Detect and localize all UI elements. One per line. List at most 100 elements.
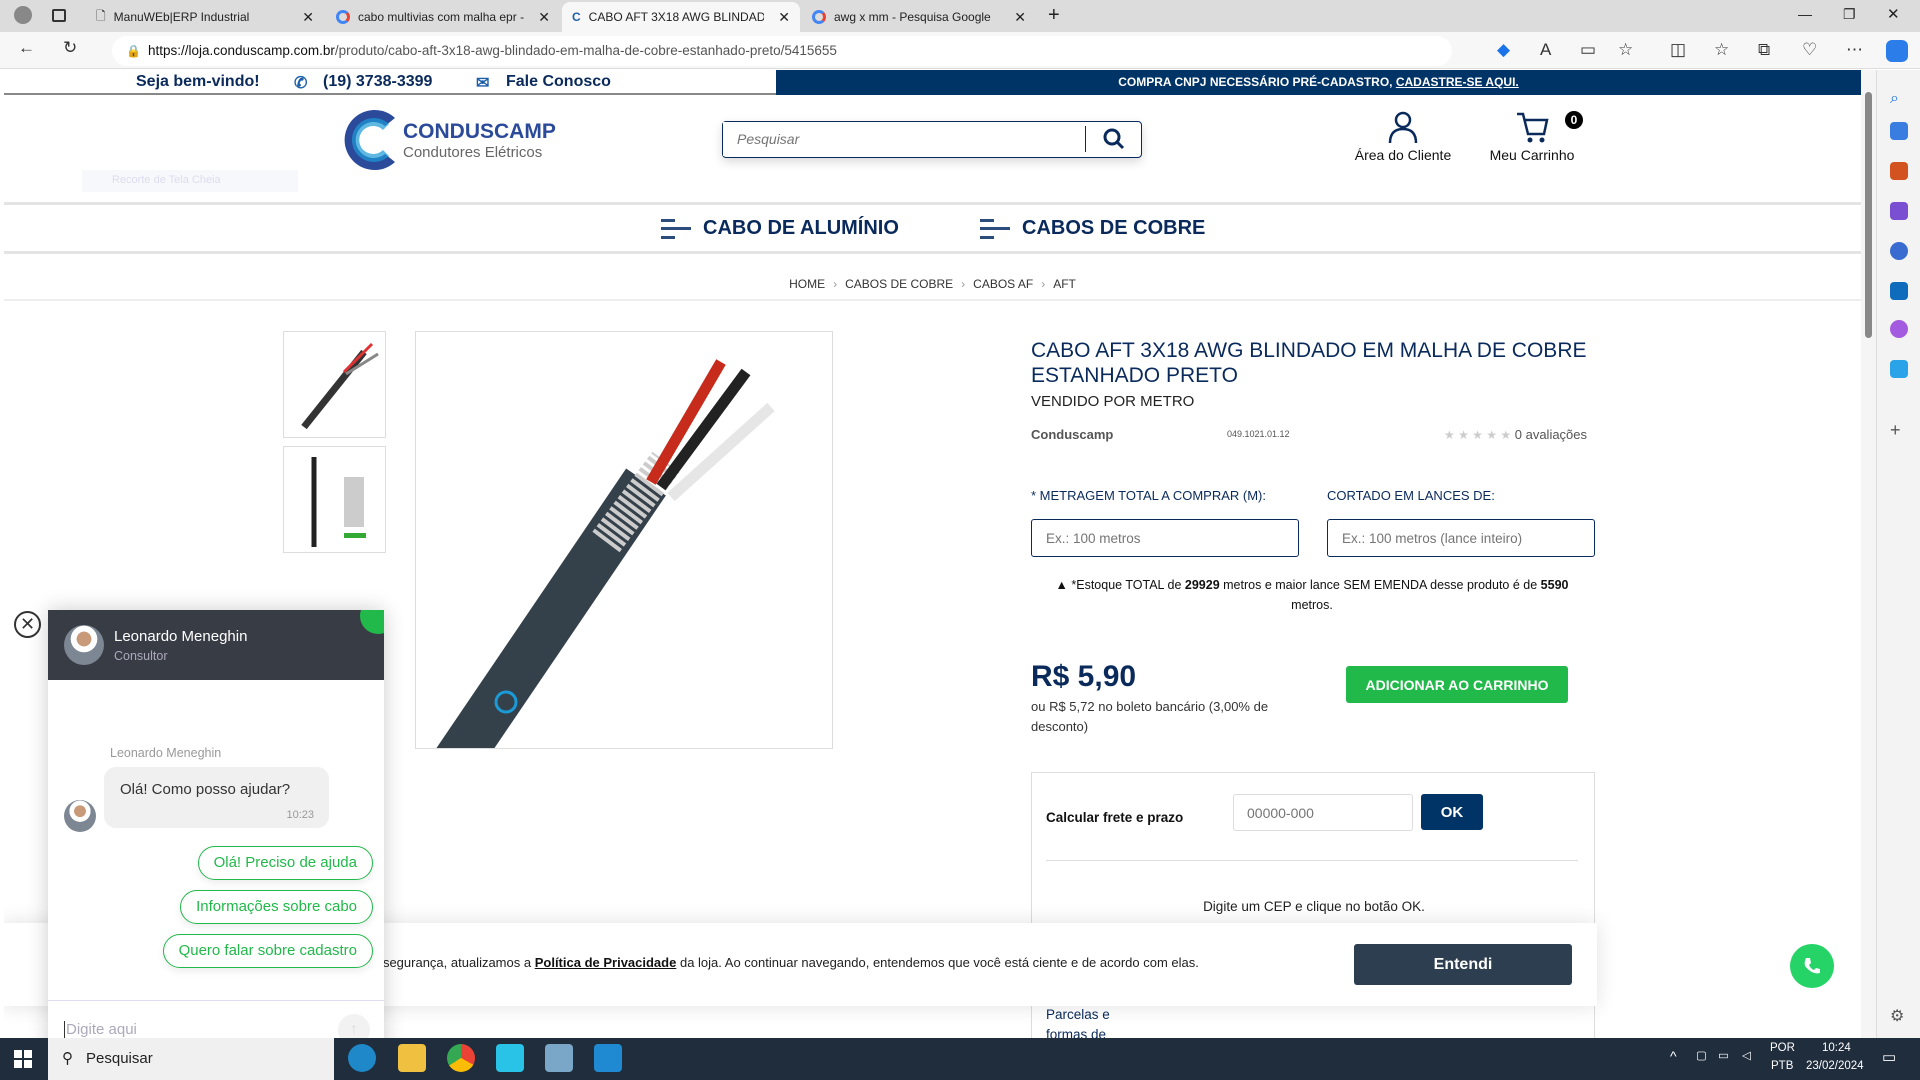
explorer-app-icon[interactable]: [398, 1044, 426, 1072]
more-icon[interactable]: ⋯: [1846, 40, 1863, 60]
profile-icon[interactable]: [14, 6, 32, 24]
breadcrumb-cabos-cobre[interactable]: CABOS DE COBRE: [845, 277, 953, 291]
copilot-icon[interactable]: [1886, 40, 1908, 62]
account-link[interactable]: Área do Cliente: [1350, 110, 1456, 163]
taskbar-search[interactable]: ⚲ Pesquisar: [48, 1038, 334, 1080]
register-link[interactable]: CADASTRE-SE AQUI.: [1396, 75, 1519, 89]
agent-role: Consultor: [114, 649, 168, 663]
read-aloud-icon[interactable]: A: [1540, 40, 1551, 60]
cookie-accept-button[interactable]: Entendi: [1354, 944, 1572, 985]
quick-reply-help[interactable]: Olá! Preciso de ajuda: [197, 846, 373, 880]
product-thumbnail-1[interactable]: [283, 331, 386, 438]
chat-input[interactable]: Digite aqui: [64, 1021, 137, 1038]
sidebar-search-icon[interactable]: ⌕: [1890, 90, 1908, 108]
close-tab-icon[interactable]: ✕: [778, 9, 790, 26]
edge-app-icon[interactable]: [348, 1044, 376, 1072]
refresh-icon[interactable]: ↻: [63, 38, 77, 58]
tray-chevron-icon[interactable]: ^: [1670, 1048, 1677, 1064]
notifications-icon[interactable]: ▭: [1882, 1048, 1896, 1066]
conduscamp-logo[interactable]: CONDUSCAMP Condutores Elétricos: [333, 104, 573, 181]
cep-input[interactable]: [1233, 794, 1413, 831]
chat-header: Leonardo Meneghin Consultor: [48, 610, 384, 680]
restore-button[interactable]: ❐: [1843, 6, 1856, 23]
qty-input[interactable]: [1031, 519, 1299, 557]
chrome-app-icon[interactable]: [447, 1044, 475, 1072]
sidebar-m365-icon[interactable]: [1890, 242, 1908, 260]
product-main-image[interactable]: [415, 331, 833, 749]
network-icon[interactable]: ▭: [1718, 1048, 1729, 1062]
tab-google-cabo[interactable]: cabo multivias com malha epr - P ✕: [326, 2, 560, 32]
online-indicator: [360, 610, 384, 634]
sidebar-games-icon[interactable]: [1890, 202, 1908, 220]
contact-link[interactable]: Fale Conosco: [506, 73, 611, 91]
sidebar-designer-icon[interactable]: [1890, 320, 1908, 338]
volume-muted-icon[interactable]: ◁: [1742, 1048, 1751, 1062]
cut-input[interactable]: [1327, 519, 1595, 557]
chat-close-button[interactable]: ✕: [14, 611, 41, 638]
collections-icon[interactable]: ⧉: [1758, 40, 1770, 60]
top-strip: Seja bem-vindo! ✆ (19) 3738-3399 ✉ Fale …: [4, 70, 1861, 95]
new-tab-button[interactable]: +: [1048, 4, 1060, 27]
tab-actions-icon[interactable]: [52, 9, 66, 22]
send-icon[interactable]: ↑: [338, 1014, 370, 1038]
privacy-policy-link[interactable]: Política de Privacidade: [535, 955, 677, 970]
nav-aluminio[interactable]: CABO DE ALUMÍNIO: [661, 217, 899, 240]
phone-number[interactable]: (19) 3738-3399: [323, 73, 432, 91]
clock-time[interactable]: 10:24: [1822, 1042, 1851, 1054]
tab-manuweb[interactable]: 🗋 ManuWEb|ERP Industrial ✕: [86, 2, 324, 32]
url-input[interactable]: 🔒 https://loja.conduscamp.com.br/produto/…: [112, 36, 1452, 66]
cart-icon: [1517, 112, 1549, 143]
network-app-icon[interactable]: [545, 1044, 573, 1072]
extension-icon[interactable]: ◆: [1497, 40, 1510, 60]
windows-start-icon[interactable]: [14, 1050, 32, 1068]
language-indicator[interactable]: POR: [1770, 1042, 1795, 1054]
close-window-button[interactable]: ✕: [1887, 5, 1900, 23]
nav-cobre[interactable]: CABOS DE COBRE: [980, 217, 1205, 240]
sidebar-drop-icon[interactable]: [1890, 360, 1908, 378]
breadcrumb-home[interactable]: HOME: [789, 277, 825, 291]
tab-strip: 🗋 ManuWEb|ERP Industrial ✕ cabo multivias …: [0, 0, 1920, 32]
performance-icon[interactable]: ♡: [1802, 40, 1817, 60]
product-brand[interactable]: Conduscamp: [1031, 427, 1113, 442]
building-app-icon[interactable]: [496, 1044, 524, 1072]
favorite-icon[interactable]: ☆: [1618, 40, 1633, 60]
vscode-app-icon[interactable]: [594, 1044, 622, 1072]
chat-message: Olá! Como posso ajudar? 10:23: [104, 767, 329, 828]
search-input[interactable]: [723, 122, 1083, 156]
quick-reply-register[interactable]: Quero falar sobre cadastro: [162, 934, 373, 968]
product-price: R$ 5,90: [1031, 660, 1137, 693]
close-tab-icon[interactable]: ✕: [538, 9, 550, 26]
close-tab-icon[interactable]: ✕: [1014, 9, 1026, 26]
quick-reply-cable-info[interactable]: Informações sobre cabo: [180, 890, 373, 924]
installments-label[interactable]: Parcelas e formas de: [1046, 1005, 1126, 1038]
minimize-button[interactable]: —: [1798, 6, 1812, 22]
immersive-reader-icon[interactable]: ▭: [1580, 40, 1596, 60]
breadcrumb-cabos-af[interactable]: CABOS AF: [973, 277, 1033, 291]
product-thumbnail-2[interactable]: [283, 446, 386, 553]
whatsapp-button[interactable]: [1790, 944, 1834, 988]
meet-icon[interactable]: ▢: [1696, 1048, 1707, 1062]
rating[interactable]: ★ ★ ★ ★ ★ 0 avaliações: [1444, 427, 1587, 442]
sidebar-outlook-icon[interactable]: [1890, 282, 1908, 300]
add-to-cart-button[interactable]: ADICIONAR AO CARRINHO: [1346, 666, 1568, 703]
sidebar-settings-icon[interactable]: ⚙: [1890, 1006, 1908, 1025]
breadcrumb-aft[interactable]: AFT: [1053, 277, 1076, 291]
clock-date[interactable]: 23/02/2024: [1806, 1060, 1864, 1072]
agent-name: Leonardo Meneghin: [114, 628, 248, 645]
page-scrollbar[interactable]: [1861, 70, 1876, 1038]
sidebar-shopping-icon[interactable]: [1890, 122, 1908, 140]
tab-google-awg[interactable]: awg x mm - Pesquisa Google ✕: [802, 2, 1036, 32]
sidebar-tools-icon[interactable]: [1890, 162, 1908, 180]
sidebar-add-icon[interactable]: +: [1890, 420, 1908, 440]
close-tab-icon[interactable]: ✕: [302, 9, 314, 26]
split-screen-icon[interactable]: ◫: [1670, 40, 1686, 60]
favorites-icon[interactable]: ☆: [1714, 40, 1729, 60]
back-icon[interactable]: ←: [18, 38, 35, 58]
search-button[interactable]: [1085, 126, 1141, 152]
scrollbar-thumb[interactable]: [1865, 92, 1872, 338]
web-page: Seja bem-vindo! ✆ (19) 3738-3399 ✉ Fale …: [4, 70, 1861, 1038]
divider: [4, 299, 1861, 301]
search-icon: ⚲: [62, 1050, 73, 1067]
cep-ok-button[interactable]: OK: [1421, 794, 1483, 830]
tab-product[interactable]: C CABO AFT 3X18 AWG BLINDADO ✕: [562, 2, 800, 32]
